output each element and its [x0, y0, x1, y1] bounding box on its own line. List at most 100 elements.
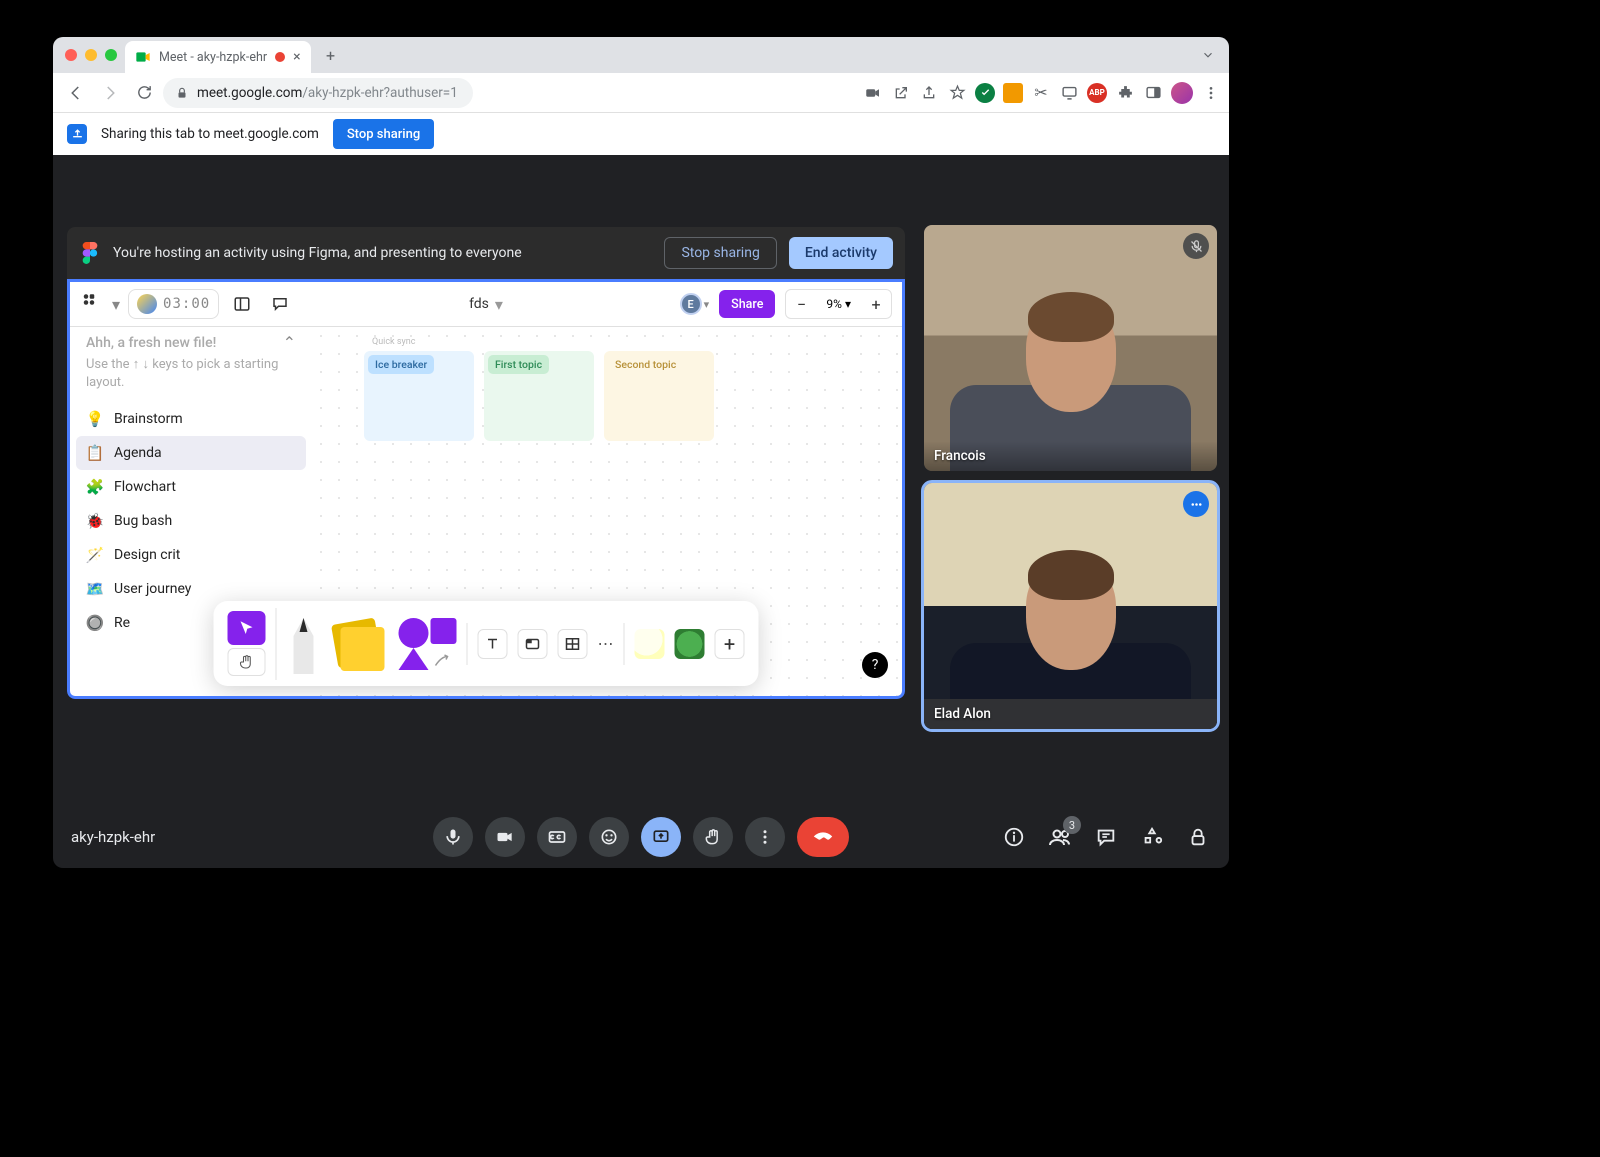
text-tool-icon[interactable] — [478, 629, 508, 659]
timer-avatar-icon — [137, 294, 157, 314]
template-item[interactable]: 🪄Design crit — [76, 538, 306, 572]
extension-green-icon[interactable] — [975, 83, 995, 103]
figjam-app: ▾ 03:00 fds ▾ E ▾ — [67, 279, 905, 699]
extension-abp-icon[interactable]: ABP — [1087, 83, 1107, 103]
timer-value: 03:00 — [163, 296, 210, 312]
tab-share-infobar: Sharing this tab to meet.google.com Stop… — [53, 113, 1229, 155]
raise-hand-button[interactable] — [693, 817, 733, 857]
timer-pill[interactable]: 03:00 — [128, 289, 219, 319]
participant-tile-self[interactable]: Elad Alon — [924, 483, 1217, 729]
extensions-puzzle-icon[interactable] — [1115, 83, 1135, 103]
close-window-icon[interactable] — [65, 49, 77, 61]
leave-call-button[interactable] — [797, 817, 849, 857]
people-count-badge: 3 — [1063, 816, 1081, 834]
sticky-note-tool-icon[interactable] — [331, 619, 387, 669]
collaborator-chip[interactable]: E — [680, 293, 702, 315]
template-label: Flowchart — [114, 479, 176, 495]
tabs-dropdown-icon[interactable] — [1195, 48, 1221, 62]
reload-button[interactable] — [129, 78, 159, 108]
tile-options-button[interactable] — [1183, 491, 1209, 517]
extension-scissors-icon[interactable]: ✂︎ — [1031, 83, 1051, 103]
side-panel-icon[interactable] — [1143, 83, 1163, 103]
meeting-details-button[interactable] — [1001, 824, 1027, 850]
template-item[interactable]: 💡Brainstorm — [76, 402, 306, 436]
comment-icon[interactable] — [265, 289, 295, 319]
table-tool-icon[interactable] — [558, 629, 588, 659]
figjam-menu-icon[interactable] — [80, 292, 104, 316]
layout-grid-icon[interactable] — [227, 289, 257, 319]
recording-indicator-icon — [275, 52, 285, 62]
stop-sharing-infobar-button[interactable]: Stop sharing — [333, 119, 434, 149]
presenting-icon — [67, 124, 87, 144]
zoom-out-button[interactable]: − — [786, 289, 816, 319]
extensions-row: ✂︎ ABP — [863, 82, 1221, 104]
template-label: Brainstorm — [114, 411, 183, 427]
collaborator-caret-icon[interactable]: ▾ — [704, 298, 710, 311]
back-button[interactable] — [61, 78, 91, 108]
toolbar-add-button[interactable]: + — [715, 629, 745, 659]
marker-tool-icon[interactable] — [287, 614, 321, 674]
mic-toggle-button[interactable] — [433, 817, 473, 857]
forward-button[interactable] — [95, 78, 125, 108]
agenda-card[interactable]: First topic — [484, 351, 594, 441]
stop-sharing-activity-button[interactable]: Stop sharing — [664, 237, 776, 269]
bookmark-star-icon[interactable] — [947, 83, 967, 103]
extension-orange-icon[interactable] — [1003, 83, 1023, 103]
sticker-yellow-icon[interactable] — [635, 629, 665, 659]
host-controls-button[interactable] — [1185, 824, 1211, 850]
profile-avatar-icon[interactable] — [1171, 82, 1193, 104]
meet-stage: You're hosting an activity using Figma, … — [53, 155, 1229, 806]
doc-name-area[interactable]: fds ▾ — [469, 295, 503, 314]
figjam-share-button[interactable]: Share — [719, 290, 775, 318]
new-tab-button[interactable]: + — [317, 41, 345, 69]
agenda-card[interactable]: Ice breaker — [364, 351, 474, 441]
camera-toggle-button[interactable] — [485, 817, 525, 857]
help-button[interactable]: ? — [862, 652, 888, 678]
shapes-tool-icon[interactable] — [397, 616, 457, 672]
more-options-button[interactable] — [745, 817, 785, 857]
zoom-percentage[interactable]: 9%▾ — [822, 297, 855, 311]
participant-tile[interactable]: Francois — [924, 225, 1217, 471]
activities-panel-button[interactable] — [1139, 824, 1165, 850]
hand-tool-icon[interactable] — [228, 648, 266, 676]
sidebar-subtext: Use the ↑ ↓ keys to pick a starting layo… — [76, 356, 306, 402]
participant-name: Elad Alon — [934, 706, 991, 722]
zoom-in-button[interactable]: + — [861, 289, 891, 319]
reactions-button[interactable] — [589, 817, 629, 857]
end-activity-button[interactable]: End activity — [789, 237, 893, 269]
template-icon: 🗺️ — [86, 580, 104, 598]
url-text: meet.google.com/aky-hzpk-ehr?authuser=1 — [197, 85, 458, 101]
figma-logo-icon — [79, 242, 101, 264]
captions-button[interactable] — [537, 817, 577, 857]
open-external-icon[interactable] — [891, 83, 911, 103]
template-item[interactable]: 📋Agenda — [76, 436, 306, 470]
lock-icon — [175, 86, 189, 100]
template-item[interactable]: 🐞Bug bash — [76, 504, 306, 538]
camera-ext-icon[interactable] — [863, 83, 883, 103]
sticker-green-icon[interactable] — [675, 629, 705, 659]
toolbar-more-icon[interactable]: ⋯ — [598, 634, 614, 653]
chat-panel-button[interactable] — [1093, 824, 1119, 850]
minimize-window-icon[interactable] — [85, 49, 97, 61]
agenda-card[interactable]: Second topic — [604, 351, 714, 441]
maximize-window-icon[interactable] — [105, 49, 117, 61]
figjam-menu-caret-icon[interactable]: ▾ — [112, 295, 120, 314]
window-controls — [61, 49, 125, 61]
present-screen-button[interactable] — [641, 817, 681, 857]
zoom-controls: − 9%▾ + — [785, 289, 892, 319]
section-tool-icon[interactable] — [518, 629, 548, 659]
chrome-menu-icon[interactable] — [1201, 83, 1221, 103]
address-bar[interactable]: meet.google.com/aky-hzpk-ehr?authuser=1 — [163, 78, 473, 108]
template-icon: 🔘 — [86, 614, 104, 632]
template-icon: 🪄 — [86, 546, 104, 564]
extension-display-icon[interactable] — [1059, 83, 1079, 103]
template-label: Re — [114, 615, 130, 631]
template-item[interactable]: 🧩Flowchart — [76, 470, 306, 504]
browser-tab[interactable]: Meet - aky-hzpk-ehr × — [125, 41, 311, 73]
tab-close-icon[interactable]: × — [293, 49, 300, 65]
meet-favicon-icon — [135, 49, 151, 65]
share-icon[interactable] — [919, 83, 939, 103]
select-tool-icon[interactable] — [228, 611, 266, 645]
people-panel-button[interactable]: 3 — [1047, 824, 1073, 850]
sidebar-collapse-icon[interactable]: ⌃ — [283, 333, 296, 352]
